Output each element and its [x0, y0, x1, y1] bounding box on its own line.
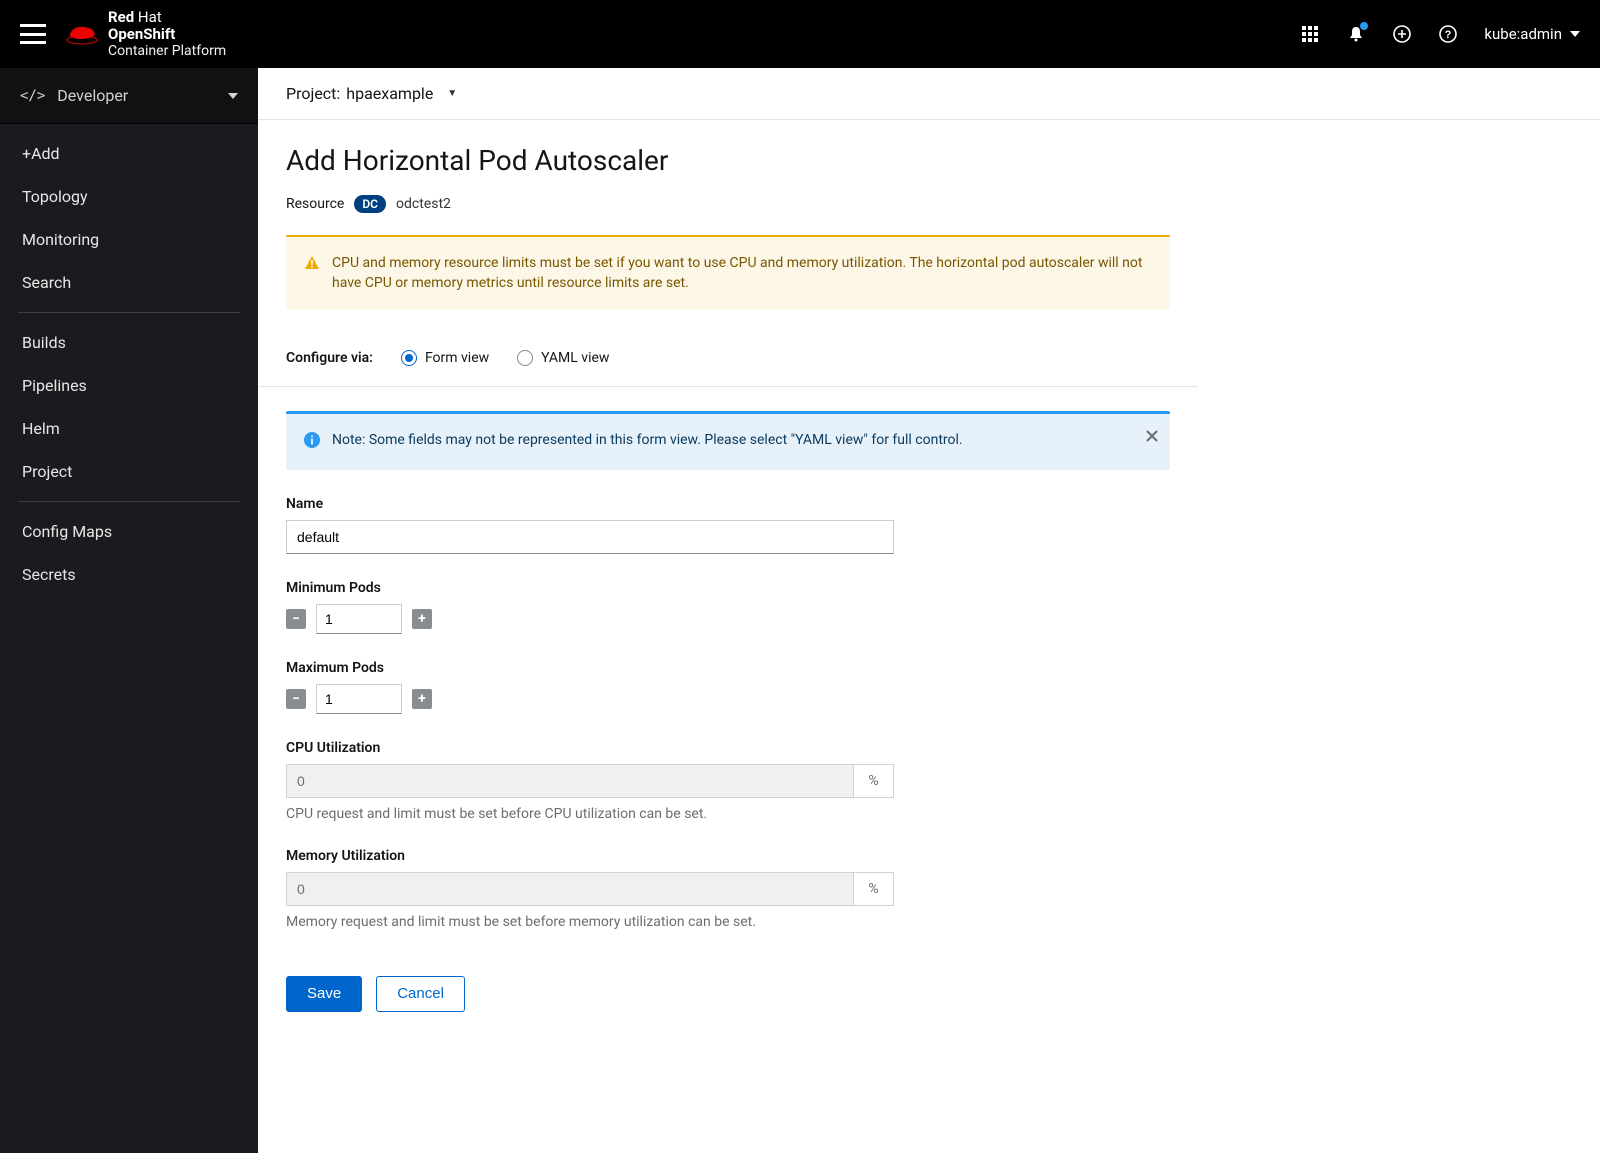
warning-icon — [304, 255, 320, 294]
sidebar-item-add[interactable]: +Add — [0, 132, 258, 175]
help-icon[interactable]: ? — [1438, 24, 1458, 44]
svg-text:?: ? — [1445, 29, 1452, 41]
info-text: Note: Some fields may not be represented… — [332, 430, 963, 454]
name-input[interactable] — [286, 520, 894, 554]
resource-kind-badge: DC — [354, 195, 386, 213]
radio-form-view[interactable]: Form view — [401, 350, 489, 366]
notification-dot — [1360, 22, 1368, 30]
main-content: Project: hpaexample ▼ Add Horizontal Pod… — [258, 68, 1600, 1153]
radio-icon — [517, 350, 533, 366]
perspective-switcher[interactable]: </> Developer — [0, 68, 258, 124]
sidebar-item-secrets[interactable]: Secrets — [0, 553, 258, 596]
mem-util-label: Memory Utilization — [286, 848, 1170, 864]
cpu-util-label: CPU Utilization — [286, 740, 1170, 756]
configure-via-row: Configure via: Form view YAML view — [258, 330, 1198, 387]
page-title: Add Horizontal Pod Autoscaler — [286, 144, 1170, 177]
project-name: hpaexample — [346, 84, 433, 103]
mem-util-input — [286, 872, 854, 906]
sidebar-item-configmaps[interactable]: Config Maps — [0, 510, 258, 553]
brand-line1-b: Hat — [138, 8, 162, 26]
code-icon: </> — [20, 88, 45, 104]
sidebar-item-project[interactable]: Project — [0, 450, 258, 493]
sidebar-item-pipelines[interactable]: Pipelines — [0, 364, 258, 407]
sidebar-nav: +Add Topology Monitoring Search Builds P… — [0, 124, 258, 604]
max-pods-decrement[interactable]: − — [286, 689, 306, 709]
warning-alert: CPU and memory resource limits must be s… — [286, 235, 1170, 310]
resource-line: Resource DC odctest2 — [286, 195, 1170, 213]
sidebar-divider — [18, 501, 240, 502]
caret-down-icon — [228, 93, 238, 99]
project-selector[interactable]: Project: hpaexample ▼ — [258, 68, 1600, 120]
radio-form-label: Form view — [425, 350, 489, 366]
caret-down-icon: ▼ — [447, 88, 457, 99]
min-pods-input[interactable] — [316, 604, 402, 634]
warning-text: CPU and memory resource limits must be s… — [332, 253, 1152, 294]
user-name: kube:admin — [1484, 25, 1562, 43]
max-pods-input[interactable] — [316, 684, 402, 714]
min-pods-increment[interactable]: + — [412, 609, 432, 629]
brand-line2: OpenShift — [108, 25, 175, 43]
sidebar-item-helm[interactable]: Helm — [0, 407, 258, 450]
cpu-help-text: CPU request and limit must be set before… — [286, 806, 1170, 822]
perspective-label: Developer — [57, 86, 128, 105]
radio-yaml-view[interactable]: YAML view — [517, 350, 609, 366]
sidebar: </> Developer +Add Topology Monitoring S… — [0, 68, 258, 1153]
info-alert: Note: Some fields may not be represented… — [286, 411, 1170, 470]
close-icon[interactable] — [1146, 428, 1158, 448]
sidebar-item-builds[interactable]: Builds — [0, 321, 258, 364]
project-label: Project: — [286, 84, 340, 103]
menu-toggle-button[interactable] — [20, 24, 46, 44]
mem-util-unit: % — [854, 872, 894, 906]
name-label: Name — [286, 496, 1170, 512]
max-pods-label: Maximum Pods — [286, 660, 1170, 676]
masthead: Red Hat OpenShift Container Platform — [0, 0, 1600, 68]
resource-label: Resource — [286, 196, 344, 212]
cpu-util-input — [286, 764, 854, 798]
cancel-button[interactable]: Cancel — [376, 976, 465, 1012]
radio-yaml-label: YAML view — [541, 350, 609, 366]
min-pods-decrement[interactable]: − — [286, 609, 306, 629]
brand-line1-a: Red — [108, 8, 134, 26]
redhat-fedora-icon — [66, 22, 98, 46]
sidebar-divider — [18, 312, 240, 313]
notifications-icon[interactable] — [1346, 24, 1366, 44]
apps-grid-icon[interactable] — [1300, 24, 1320, 44]
user-menu[interactable]: kube:admin — [1484, 25, 1580, 43]
resource-name: odctest2 — [396, 196, 451, 212]
info-icon — [304, 432, 320, 454]
add-icon[interactable] — [1392, 24, 1412, 44]
max-pods-increment[interactable]: + — [412, 689, 432, 709]
caret-down-icon — [1570, 31, 1580, 37]
sidebar-item-monitoring[interactable]: Monitoring — [0, 218, 258, 261]
brand-line3: Container Platform — [108, 43, 226, 59]
mem-help-text: Memory request and limit must be set bef… — [286, 914, 1170, 930]
save-button[interactable]: Save — [286, 976, 362, 1012]
configure-via-label: Configure via: — [286, 350, 373, 366]
sidebar-item-topology[interactable]: Topology — [0, 175, 258, 218]
sidebar-item-search[interactable]: Search — [0, 261, 258, 304]
min-pods-label: Minimum Pods — [286, 580, 1170, 596]
cpu-util-unit: % — [854, 764, 894, 798]
radio-icon — [401, 350, 417, 366]
brand-logo: Red Hat OpenShift Container Platform — [66, 9, 226, 60]
